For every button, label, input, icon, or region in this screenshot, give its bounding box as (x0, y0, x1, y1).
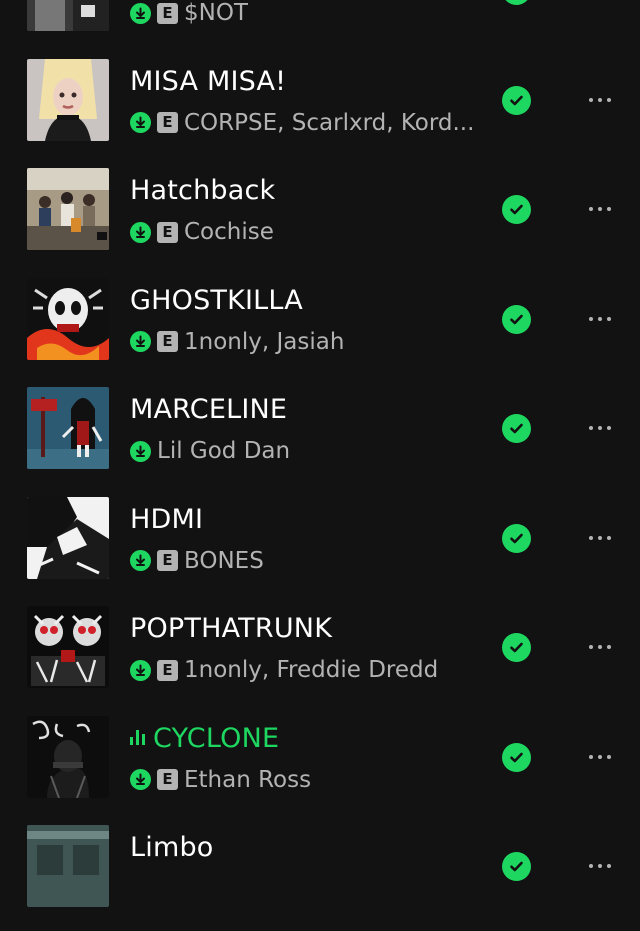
album-cover (27, 0, 109, 31)
track-artists: Lil God Dan (157, 438, 291, 464)
explicit-badge: E (157, 659, 178, 681)
explicit-badge: E (157, 331, 178, 352)
track-meta: E 1nonly, Freddie Dredd (130, 654, 480, 686)
downloaded-icon (130, 221, 151, 243)
album-cover (27, 277, 109, 360)
track-row[interactable]: MISA MISA! E CORPSE, Scarlxrd, Kord... (0, 55, 640, 165)
album-cover (27, 58, 109, 141)
track-list: E $NOT MISA MISA! E CORPSE, Scarlxrd, Ko… (0, 0, 640, 931)
explicit-badge: E (157, 2, 178, 24)
album-cover (27, 496, 109, 579)
track-row-playing[interactable]: CYCLONE E Ethan Ross (0, 712, 640, 822)
album-cover (27, 606, 109, 688)
saved-check-icon[interactable] (502, 523, 531, 553)
explicit-badge: E (157, 112, 178, 133)
album-cover (27, 715, 109, 798)
track-artists: $NOT (184, 0, 248, 26)
track-artists: Cochise (184, 219, 274, 245)
track-meta: E 1nonly, Jasiah (130, 326, 480, 358)
track-title: Hatchback (130, 175, 276, 206)
saved-check-icon[interactable] (502, 304, 531, 334)
track-title: GHOSTKILLA (130, 284, 303, 316)
track-row[interactable]: Hatchback E Cochise (0, 164, 640, 274)
track-artists: BONES (184, 547, 264, 574)
track-title: CYCLONE (130, 722, 480, 756)
track-title: MISA MISA! (130, 65, 287, 97)
track-meta: E $NOT (130, 0, 480, 29)
track-meta: Lil God Dan (130, 435, 480, 467)
track-meta: E Cochise (130, 216, 480, 248)
track-row[interactable]: POPTHATRUNK E 1nonly, Freddie Dredd (0, 602, 640, 712)
track-artists: 1nonly, Jasiah (184, 328, 345, 355)
track-meta: E Ethan Ross (130, 764, 480, 796)
saved-check-icon[interactable] (502, 195, 531, 224)
more-options-button[interactable] (578, 523, 622, 553)
more-options-button[interactable] (578, 85, 622, 115)
album-cover (27, 825, 109, 907)
more-options-button[interactable] (578, 194, 622, 224)
saved-check-icon[interactable] (502, 414, 531, 443)
downloaded-icon (130, 550, 151, 571)
downloaded-icon (130, 659, 151, 681)
saved-check-icon[interactable] (502, 633, 531, 662)
explicit-badge: E (157, 550, 178, 571)
track-row[interactable]: E $NOT (0, 0, 640, 55)
track-meta: E BONES (130, 545, 480, 577)
track-title: HDMI (130, 503, 204, 535)
now-playing-equalizer-icon (130, 727, 145, 745)
track-title: Limbo (130, 832, 214, 863)
track-artists: Ethan Ross (184, 766, 312, 793)
saved-check-icon[interactable] (502, 0, 531, 5)
track-row[interactable]: HDMI E BONES (0, 493, 640, 603)
saved-check-icon[interactable] (502, 742, 531, 772)
more-options-button[interactable] (578, 413, 622, 443)
track-title: POPTHATRUNK (130, 613, 333, 644)
more-options-button[interactable] (578, 0, 622, 5)
downloaded-icon (130, 331, 151, 352)
album-cover (27, 168, 109, 250)
track-title: MARCELINE (130, 394, 288, 425)
track-meta: E CORPSE, Scarlxrd, Kord... (130, 107, 480, 139)
downloaded-icon (130, 2, 151, 24)
track-artists: CORPSE, Scarlxrd, Kord... (184, 109, 475, 136)
saved-check-icon[interactable] (502, 852, 531, 881)
explicit-badge: E (157, 769, 178, 790)
explicit-badge: E (157, 221, 178, 243)
downloaded-icon (130, 440, 151, 462)
saved-check-icon[interactable] (502, 85, 531, 115)
downloaded-icon (130, 112, 151, 133)
album-cover (27, 387, 109, 469)
track-artists: 1nonly, Freddie Dredd (184, 657, 439, 683)
track-row[interactable]: Limbo (0, 821, 640, 931)
downloaded-icon (130, 769, 151, 790)
more-options-button[interactable] (578, 632, 622, 662)
track-row[interactable]: MARCELINE Lil God Dan (0, 383, 640, 493)
track-title-text: CYCLONE (153, 722, 280, 754)
more-options-button[interactable] (578, 742, 622, 772)
more-options-button[interactable] (578, 304, 622, 334)
track-row[interactable]: GHOSTKILLA E 1nonly, Jasiah (0, 274, 640, 384)
